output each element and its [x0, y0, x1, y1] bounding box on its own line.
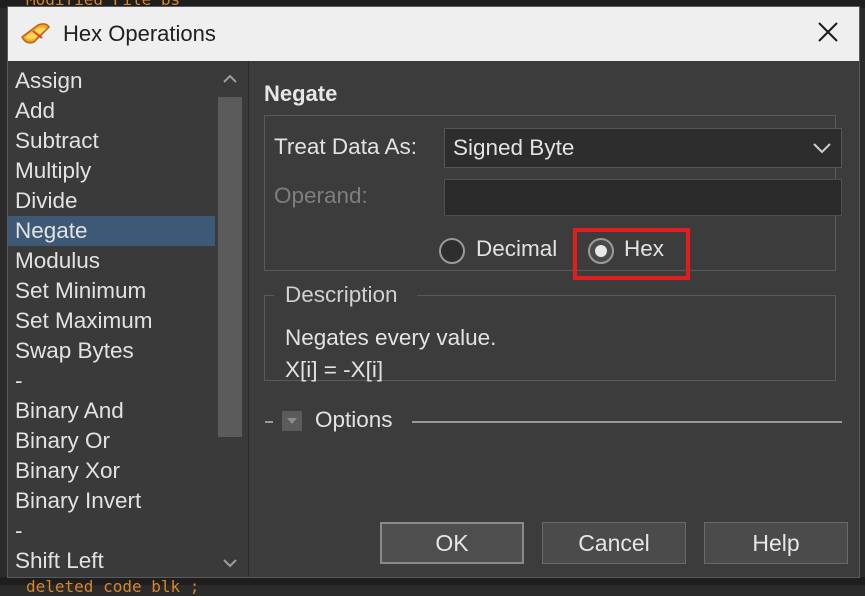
list-item-separator[interactable]: -: [8, 366, 215, 396]
cancel-button[interactable]: Cancel: [542, 522, 686, 564]
chevron-down-icon: [287, 418, 297, 424]
chevron-down-icon: [811, 139, 833, 157]
list-item-set-maximum[interactable]: Set Maximum: [8, 306, 215, 336]
hex-editor-app-icon: [20, 21, 52, 47]
background-code-text-bottom: deleted code blk ;: [26, 577, 200, 596]
highlight-annotation-box: [573, 228, 690, 280]
description-box: Negates every value. X[i] = -X[i]: [264, 295, 836, 382]
treat-data-as-value: Signed Byte: [453, 135, 575, 160]
list-item-negate[interactable]: Negate: [8, 216, 215, 246]
scroll-thumb[interactable]: [218, 97, 242, 437]
options-frame-line: [265, 421, 273, 423]
scroll-down-icon[interactable]: [220, 553, 240, 573]
hex-operations-dialog: Hex Operations Assign Add Subtract Multiply…: [7, 6, 860, 578]
list-item-divide[interactable]: Divide: [8, 186, 215, 216]
list-item-add[interactable]: Add: [8, 96, 215, 126]
list-item-separator[interactable]: -: [8, 516, 215, 546]
close-icon: [817, 21, 839, 47]
help-button[interactable]: Help: [704, 522, 848, 564]
treat-data-as-label: Treat Data As:: [274, 134, 417, 159]
options-label[interactable]: Options: [315, 407, 393, 433]
list-item-multiply[interactable]: Multiply: [8, 156, 215, 186]
description-line-2: X[i] = -X[i]: [285, 357, 384, 382]
parameters-group: Treat Data As: Signed Byte Operand: Deci…: [264, 115, 842, 280]
decimal-radio-label[interactable]: Decimal: [476, 236, 557, 262]
description-line-1: Negates every value.: [285, 325, 497, 350]
list-item-binary-or[interactable]: Binary Or: [8, 426, 215, 456]
operand-label: Operand:: [274, 183, 368, 208]
decimal-radio[interactable]: [439, 238, 465, 264]
scroll-up-icon[interactable]: [220, 69, 240, 89]
dialog-title: Hex Operations: [63, 21, 216, 46]
list-item-binary-and[interactable]: Binary And: [8, 396, 215, 426]
section-title: Negate: [264, 81, 338, 106]
list-item-swap-bytes[interactable]: Swap Bytes: [8, 336, 215, 366]
list-item-assign[interactable]: Assign: [8, 66, 215, 96]
list-scrollbar[interactable]: [215, 61, 248, 577]
operation-settings-panel: Negate Treat Data As: Signed Byte Operan…: [248, 61, 859, 577]
operations-list: Assign Add Subtract Multiply Divide Negate Mod…: [8, 61, 248, 577]
list-item-shift-left[interactable]: Shift Left: [8, 546, 215, 576]
operand-input[interactable]: [444, 179, 842, 216]
list-item-subtract[interactable]: Subtract: [8, 126, 215, 156]
ok-button[interactable]: OK: [380, 522, 524, 564]
list-item-binary-xor[interactable]: Binary Xor: [8, 456, 215, 486]
list-item-modulus[interactable]: Modulus: [8, 246, 215, 276]
list-item-set-minimum[interactable]: Set Minimum: [8, 276, 215, 306]
close-button[interactable]: [797, 7, 859, 61]
list-item-binary-invert[interactable]: Binary Invert: [8, 486, 215, 516]
options-expand-toggle[interactable]: [282, 411, 302, 431]
title-bar: Hex Operations: [8, 7, 859, 61]
treat-data-as-dropdown[interactable]: Signed Byte: [444, 128, 842, 168]
options-frame-line: [412, 421, 842, 423]
